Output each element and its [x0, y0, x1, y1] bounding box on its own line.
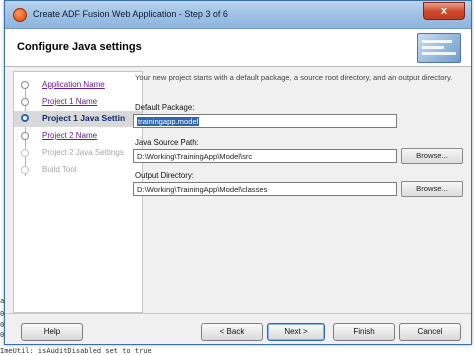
- page-title: Configure Java settings: [17, 41, 142, 53]
- next-button[interactable]: Next >: [267, 323, 325, 341]
- step-indicator-icon: [21, 98, 29, 106]
- default-package-label: Default Package:: [135, 103, 195, 112]
- step-label: Project 1 Name: [42, 97, 98, 106]
- step-label: Project 2 Name: [42, 131, 98, 140]
- back-button[interactable]: < Back: [201, 323, 263, 341]
- step-indicator-icon: [21, 149, 29, 157]
- step-current-indicator-icon: [21, 114, 29, 122]
- step-project-1-java-settings[interactable]: Project 1 Java Settin: [14, 111, 142, 127]
- help-button[interactable]: Help: [21, 323, 83, 341]
- java-source-path-label: Java Source Path:: [135, 138, 199, 147]
- wizard-banner-icon: [417, 33, 461, 63]
- cancel-button[interactable]: Cancel: [399, 323, 461, 341]
- step-label: Project 2 Java Settings: [42, 148, 124, 157]
- wizard-dialog: Create ADF Fusion Web Application - Step…: [4, 0, 472, 345]
- step-build-tool: Build Tool: [14, 163, 142, 178]
- default-package-field[interactable]: trainingapp.model: [133, 114, 397, 128]
- step-project-1-name[interactable]: Project 1 Name: [14, 95, 142, 110]
- app-icon: [13, 8, 27, 22]
- step-project-2-name[interactable]: Project 2 Name: [14, 129, 142, 144]
- step-indicator-icon: [21, 132, 29, 140]
- console-line: ImeUtil: isAuditDisabled set to true: [0, 347, 152, 355]
- output-directory-label: Output Directory:: [135, 171, 194, 180]
- step-label: Application Name: [42, 80, 105, 89]
- finish-button[interactable]: Finish: [333, 323, 395, 341]
- default-package-value: trainingapp.model: [137, 117, 200, 126]
- close-button[interactable]: x: [423, 2, 465, 20]
- step-application-name[interactable]: Application Name: [14, 78, 142, 93]
- window-title: Create ADF Fusion Web Application - Step…: [33, 9, 228, 19]
- step-indicator-icon: [21, 166, 29, 174]
- wizard-header: Configure Java settings: [5, 29, 471, 67]
- step-indicator-icon: [21, 81, 29, 89]
- description-text: Your new project starts with a default p…: [135, 73, 453, 82]
- wizard-steps-pane: Application Name Project 1 Name Project …: [13, 71, 143, 313]
- title-bar[interactable]: Create ADF Fusion Web Application - Step…: [5, 1, 471, 29]
- step-label: Project 1 Java Settin: [42, 113, 126, 123]
- browse-output-button[interactable]: Browse...: [401, 181, 463, 197]
- browse-source-button[interactable]: Browse...: [401, 148, 463, 164]
- java-source-path-field[interactable]: D:\Working\TrainingApp\Model\src: [133, 149, 397, 163]
- output-directory-field[interactable]: D:\Working\TrainingApp\Model\classes: [133, 182, 397, 196]
- step-project-2-java-settings: Project 2 Java Settings: [14, 146, 142, 161]
- footer-divider: [5, 313, 471, 314]
- step-label: Build Tool: [42, 165, 77, 174]
